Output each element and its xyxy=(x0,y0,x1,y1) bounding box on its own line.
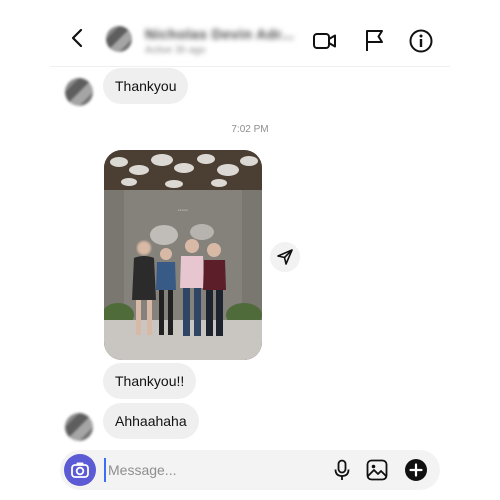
video-call-icon[interactable] xyxy=(312,28,338,54)
share-icon[interactable] xyxy=(270,242,300,272)
flag-icon[interactable] xyxy=(362,28,388,54)
message-bubble[interactable]: Thankyou xyxy=(103,68,189,104)
contact-status: Active 3h ago xyxy=(145,45,206,56)
group-photo-image: ◦◦◦◦◦ xyxy=(104,150,262,360)
svg-text:◦◦◦◦◦: ◦◦◦◦◦ xyxy=(178,208,189,214)
contact-name[interactable]: Nicholas Devin Adr... xyxy=(145,26,294,42)
plus-icon[interactable] xyxy=(404,458,428,482)
photo-message[interactable]: ◦◦◦◦◦ xyxy=(104,150,262,360)
chat-header: Nicholas Devin Adr... Active 3h ago xyxy=(50,0,450,67)
info-icon[interactable] xyxy=(408,28,434,54)
message-timestamp: 7:02 PM xyxy=(231,124,269,135)
message-composer xyxy=(60,450,440,490)
mic-icon[interactable] xyxy=(330,458,354,482)
message-bubble[interactable]: Thankyou!! xyxy=(103,363,197,399)
sender-avatar[interactable] xyxy=(65,413,93,441)
contact-avatar[interactable] xyxy=(106,26,132,52)
sender-avatar[interactable] xyxy=(65,78,93,106)
camera-icon xyxy=(71,462,89,478)
message-bubble[interactable]: Ahhaahaha xyxy=(103,403,199,439)
gallery-icon[interactable] xyxy=(365,458,389,482)
back-icon[interactable] xyxy=(70,28,84,48)
camera-button[interactable] xyxy=(64,454,96,486)
chat-screen: Nicholas Devin Adr... Active 3h ago Than… xyxy=(50,0,450,500)
message-input[interactable] xyxy=(104,458,288,482)
